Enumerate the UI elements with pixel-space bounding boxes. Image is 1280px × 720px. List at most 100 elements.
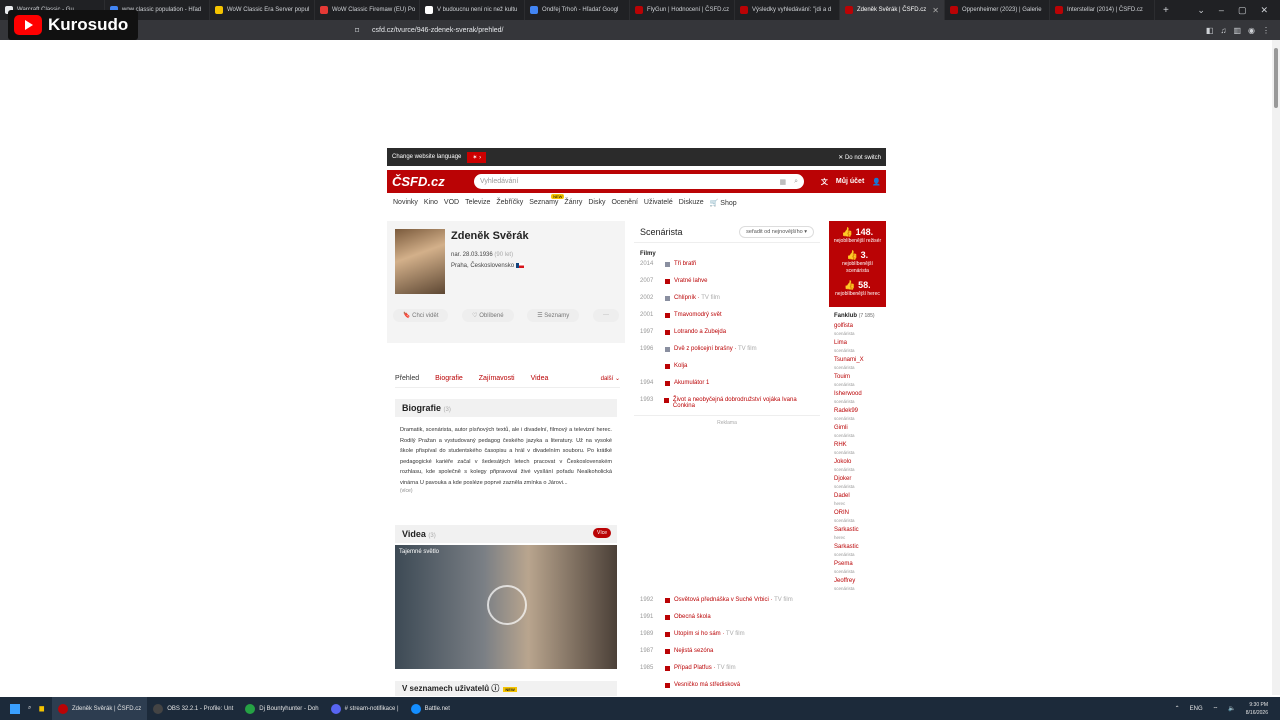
browser-tab[interactable]: WoW Classic Firemaw (EU) Po xyxy=(315,0,420,20)
profile-tab[interactable]: Biografie xyxy=(435,375,463,382)
fan-username[interactable]: Djoker xyxy=(834,476,881,483)
menu-item[interactable]: Žánry xyxy=(564,199,582,207)
film-title-link[interactable]: Dvě z policejní brašny · TV film xyxy=(674,346,757,352)
film-row[interactable]: 1991 Obecná škola xyxy=(634,614,820,626)
film-row[interactable]: 1985 Případ Platfus · TV film xyxy=(634,665,820,677)
profile-icon[interactable]: ◉ xyxy=(1248,26,1255,35)
menu-item[interactable]: Disky xyxy=(588,199,605,207)
film-title-link[interactable]: Osvětová přednáška v Suché Vrbici · TV f… xyxy=(674,597,793,603)
film-row[interactable]: 2002 Chlípník · TV film xyxy=(634,295,820,307)
profile-photo[interactable] xyxy=(395,229,445,294)
tray-lang[interactable]: ENG xyxy=(1190,706,1203,712)
profile-tab[interactable]: Videa xyxy=(531,375,549,382)
close-window-icon[interactable]: ✕ xyxy=(1260,5,1268,16)
fan-username[interactable]: Isherwood xyxy=(834,391,881,398)
windows-start-icon[interactable] xyxy=(10,703,20,714)
search-taskbar-icon[interactable]: ⌕ xyxy=(28,705,31,712)
film-row[interactable]: 1997 Lotrando a Zubejda xyxy=(634,329,820,341)
do-not-switch-button[interactable]: ✕ Do not switch xyxy=(838,154,881,161)
film-row[interactable]: Vesničko má středisková xyxy=(634,682,820,694)
extension-icon[interactable]: ◧ xyxy=(1206,26,1214,35)
maximize-icon[interactable]: ▢ xyxy=(1238,5,1247,16)
browser-tab[interactable]: V budoucnu není nic než kultu xyxy=(420,0,525,20)
fan-username[interactable]: Gimli xyxy=(834,425,881,432)
url-field[interactable]: csfd.cz/tvurce/946-zdenek-sverak/prehled… xyxy=(372,27,504,34)
browser-tab[interactable]: Oppenheimer (2023) | Galerie xyxy=(945,0,1050,20)
fan-username[interactable]: Dadel xyxy=(834,493,881,500)
taskbar-app[interactable]: OBS 32.2.1 - Profile: Unt xyxy=(147,697,239,720)
search-box[interactable]: Vyhledávání ▦ ⌕ xyxy=(474,174,804,189)
film-row[interactable]: 2007 Vratné lahve xyxy=(634,278,820,290)
help-icon[interactable]: ⓘ xyxy=(491,684,499,693)
browser-tab[interactable]: Výsledky vyhledávání: "jdi a d xyxy=(735,0,840,20)
film-title-link[interactable]: Vesničko má středisková xyxy=(674,682,740,688)
account-link[interactable]: Můj účet xyxy=(836,178,864,185)
browser-tab[interactable]: Interstellar (2014) | ČSFD.cz xyxy=(1050,0,1155,20)
film-row[interactable]: Kolja xyxy=(634,363,820,375)
film-row[interactable]: 1989 Utopím si ho sám · TV film xyxy=(634,631,820,643)
profile-action-button[interactable]: ☰ Seznamy xyxy=(527,309,580,322)
chevron-up-icon[interactable]: ⌃ xyxy=(1175,705,1180,712)
film-title-link[interactable]: Obecná škola xyxy=(674,614,711,620)
browser-tab[interactable]: FlyGun | Hodnocení | ČSFD.cz xyxy=(630,0,735,20)
fan-username[interactable]: Jokolo xyxy=(834,459,881,466)
menu-item[interactable]: Novinky xyxy=(393,199,418,207)
csfd-logo[interactable]: ČSFD.cz xyxy=(392,174,474,189)
film-title-link[interactable]: Případ Platfus · TV film xyxy=(674,665,736,671)
search-icon[interactable]: ⌕ xyxy=(794,178,798,186)
videos-more-button[interactable]: Více xyxy=(592,528,611,538)
fan-username[interactable]: RHK xyxy=(834,442,881,449)
browser-tab[interactable]: Ondřej Trhoň - Hľadať Googl xyxy=(525,0,630,20)
profile-tab[interactable]: Zajímavosti xyxy=(479,375,515,382)
menu-item[interactable]: Televize xyxy=(465,199,490,207)
fan-username[interactable]: Sarkastic xyxy=(834,527,881,534)
film-row[interactable]: 1987 Nejistá sezóna xyxy=(634,648,820,660)
menu-item[interactable]: Diskuze xyxy=(679,199,704,207)
fan-username[interactable]: Lima xyxy=(834,340,881,347)
profile-action-button[interactable]: ··· xyxy=(592,309,619,322)
page-scrollbar[interactable] xyxy=(1272,40,1280,695)
clock[interactable]: 9:30 PM 8/16/2026 xyxy=(1246,701,1268,717)
film-row[interactable]: 2014 Tři bratři xyxy=(634,261,820,273)
film-row[interactable]: 1994 Akumulátor 1 xyxy=(634,380,820,392)
fan-username[interactable]: Radek99 xyxy=(834,408,881,415)
film-title-link[interactable]: Kolja xyxy=(674,363,687,369)
language-switch-button[interactable]: ✶ › xyxy=(467,151,487,163)
music-icon[interactable]: ♫ xyxy=(1220,26,1226,35)
film-title-link[interactable]: Tmavomodrý svět xyxy=(674,312,722,318)
menu-item[interactable]: Kino xyxy=(424,199,438,207)
more-tabs-button[interactable]: další ⌄ xyxy=(601,375,620,382)
minimize-icon[interactable]: – xyxy=(1219,5,1224,16)
menu-icon[interactable]: ⋮ xyxy=(1262,26,1270,35)
fan-username[interactable]: ORIN xyxy=(834,510,881,517)
ranking-number[interactable]: 👍 58. xyxy=(831,280,884,291)
film-title-link[interactable]: Život a neobyčejná dobrodružství vojáka … xyxy=(673,397,814,409)
film-row[interactable]: 1992 Osvětová přednáška v Suché Vrbici · … xyxy=(634,597,820,609)
film-row[interactable]: 1993 Život a neobyčejná dobrodružství voj… xyxy=(634,397,820,409)
menu-item[interactable]: Ocenění xyxy=(611,199,637,207)
translate-icon[interactable]: 文 xyxy=(821,177,828,187)
ranking-number[interactable]: 👍 3. xyxy=(831,250,884,261)
menu-item[interactable]: Žebříčky xyxy=(496,199,523,207)
profile-tab[interactable]: Přehled xyxy=(395,375,419,382)
fanklub-title[interactable]: Fanklub (7 185) xyxy=(834,313,881,319)
tab-close-icon[interactable]: ✕ xyxy=(932,6,939,15)
menu-item[interactable]: Uživatelé xyxy=(644,199,673,207)
fan-username[interactable]: Sarkastic xyxy=(834,544,881,551)
film-title-link[interactable]: Akumulátor 1 xyxy=(674,380,709,386)
menu-item[interactable]: 🛒 Shop xyxy=(710,199,737,207)
fan-username[interactable]: golfista xyxy=(834,323,881,330)
wifi-icon[interactable]: ⌔ xyxy=(1213,705,1219,713)
new-tab-button[interactable]: + xyxy=(1163,5,1169,16)
play-icon[interactable] xyxy=(487,585,527,625)
fan-username[interactable]: Tsunami_X xyxy=(834,357,881,364)
taskbar-app[interactable]: Dj Bountyhunter - Doh xyxy=(239,697,324,720)
folder-icon[interactable]: ▆ xyxy=(39,705,44,712)
fan-username[interactable]: Touim xyxy=(834,374,881,381)
filter-icon[interactable]: ▦ xyxy=(779,178,786,186)
menu-item[interactable]: Seznamy NEW xyxy=(529,194,565,207)
film-title-link[interactable]: Lotrando a Zubejda xyxy=(674,329,726,335)
fan-username[interactable]: Psema xyxy=(834,561,881,568)
browser-tab[interactable]: Zdeněk Svěrák | ČSFD.cz ✕ xyxy=(840,0,945,20)
taskbar-app[interactable]: Battle.net xyxy=(405,697,456,720)
